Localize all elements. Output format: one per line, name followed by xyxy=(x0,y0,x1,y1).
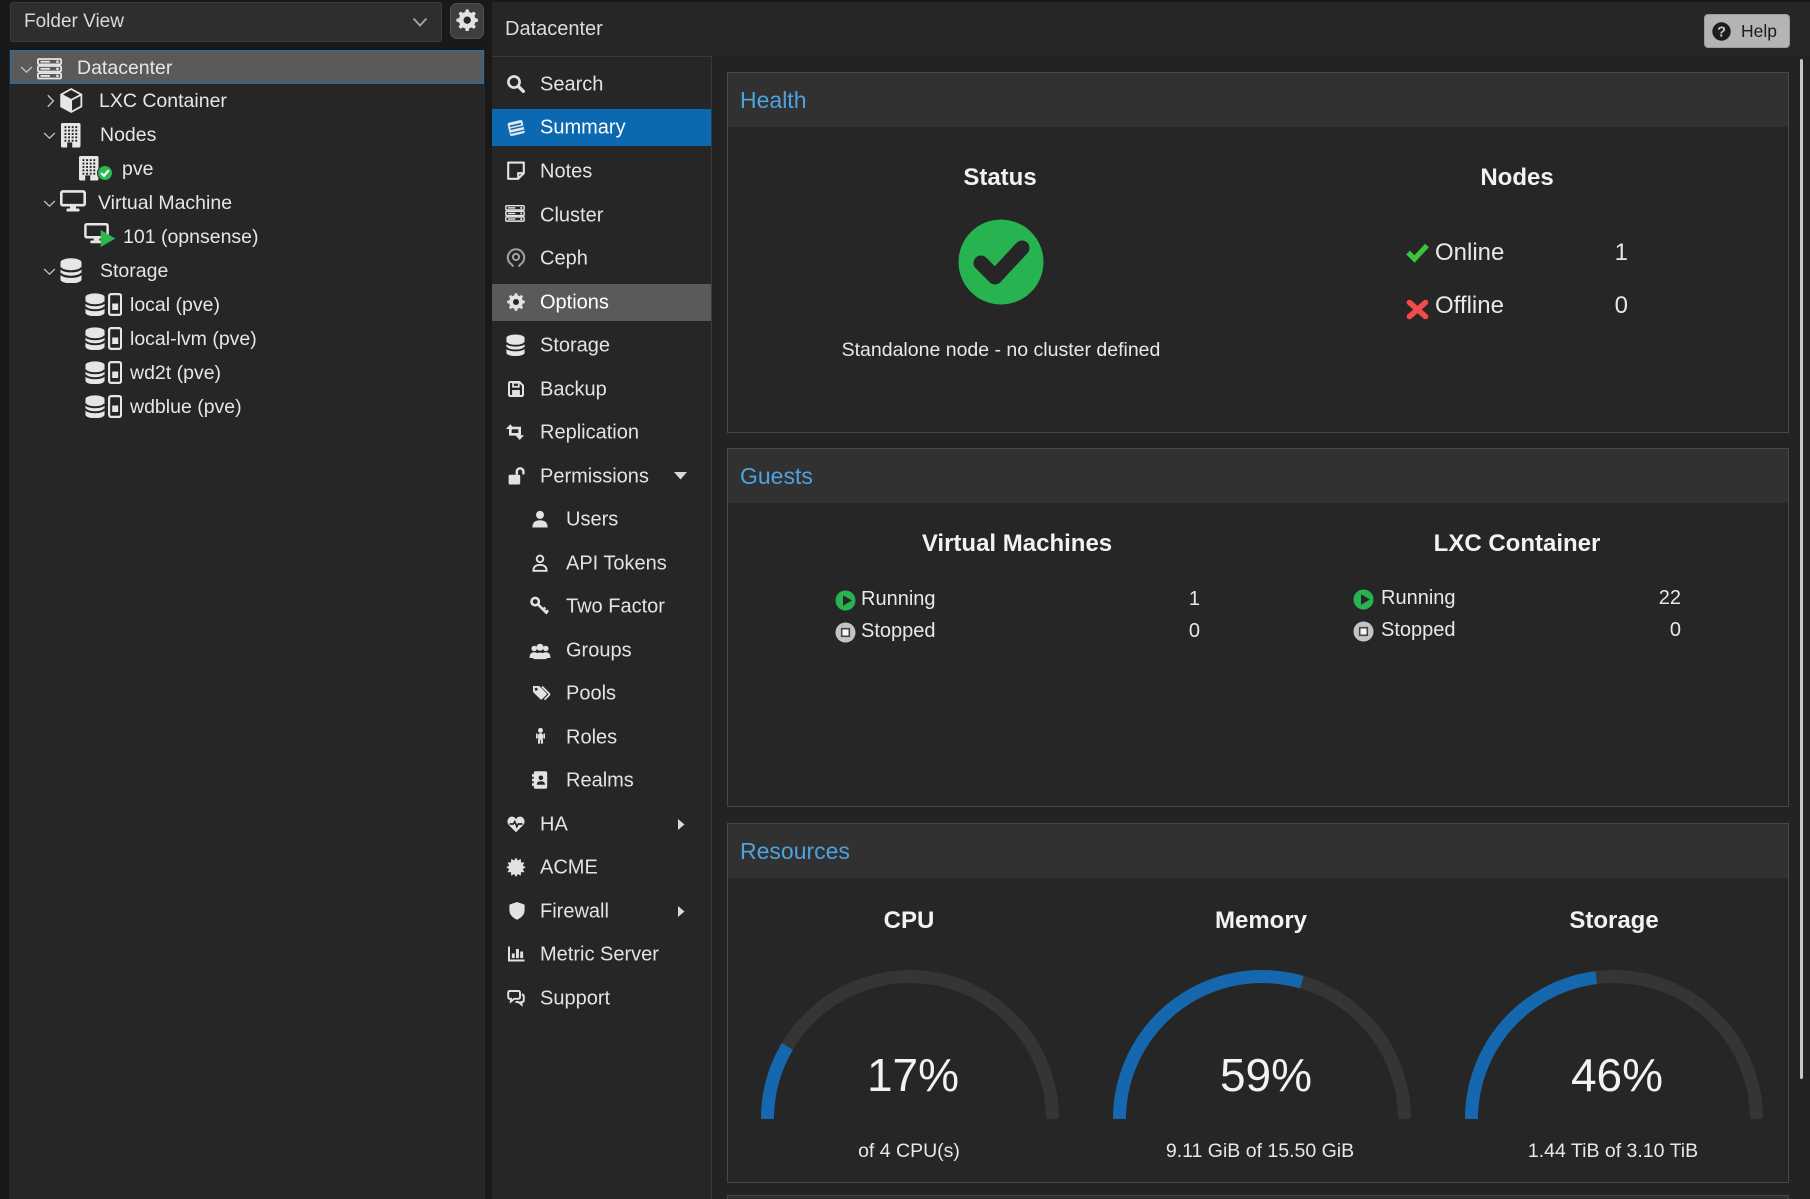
svg-text:?: ? xyxy=(1717,25,1726,41)
